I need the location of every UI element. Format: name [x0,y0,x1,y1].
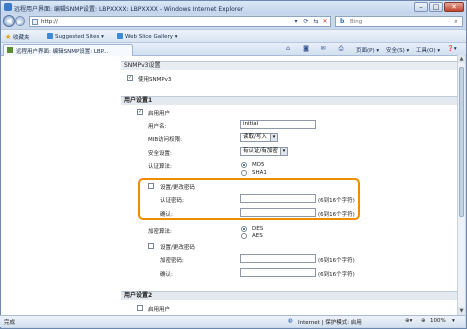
encrypt-algorithm-label: 加密算法: [148,229,172,235]
auth-confirm-hint: (6到16个字符) [318,212,355,218]
set-encrypt-password-checkbox[interactable] [148,243,154,249]
minimize-button[interactable]: – [414,2,428,12]
encrypt-confirm-label: 确认: [160,272,173,278]
snmpv3-section-header: SNMPv3设置 [121,61,457,70]
back-arrow-icon: ◀ [6,17,12,25]
set-auth-password-checkbox[interactable] [148,183,154,189]
tab-page-icon [7,47,13,53]
browser-window: 远程用户界面: 编辑SNMP设置: LBPXXXX: LBPXXXX - Win… [0,0,467,329]
search-icon[interactable]: ⌕ [452,18,460,26]
set-encrypt-password-label: 设置/更改密码 [160,245,195,251]
mib-access-select[interactable]: 读取/写入 ▾ [240,133,278,142]
dropdown-icon[interactable]: ▾ [292,18,300,26]
username-input[interactable]: initial [240,120,316,129]
zone-text[interactable]: Internet | 保护模式: 启用 [298,318,362,326]
vertical-scrollbar[interactable]: ▲ ▼ [457,55,465,315]
encrypt-password-input[interactable] [240,254,316,263]
mib-access-label: MIB访问权限: [148,137,182,143]
suggested-sites-icon [47,33,53,39]
address-bar: ◀ ▶ http:// ▾ ⟳ ⇆ ✕ b Bing ⌕ [1,14,466,29]
bing-icon: b [340,18,345,25]
refresh-icon[interactable]: ⟳ [302,18,310,26]
aes-radio[interactable] [241,233,247,239]
title-bar: 远程用户界面: 编辑SNMP设置: LBPXXXX: LBPXXXX - Win… [1,1,466,14]
auth-confirm-input[interactable] [240,208,316,217]
enable-user1-checkbox[interactable]: ✓ [137,109,143,115]
security-icon[interactable]: ⊕▾ [405,318,412,324]
md5-label: MD5 [252,162,265,168]
scroll-thumb[interactable] [459,67,464,217]
home-icon[interactable]: ⌂ [284,45,292,53]
aes-label: AES [252,233,263,239]
auth-password-hint: (6到16个字符) [318,198,355,204]
scroll-up-icon[interactable]: ▲ [458,55,465,63]
scroll-down-icon[interactable]: ▼ [458,307,465,315]
tools-menu[interactable]: 工具(O) ▾ [416,46,440,54]
security-select[interactable]: 有认证/有加密 ▾ [240,147,288,156]
page-menu[interactable]: 页面(P) ▾ [356,46,379,54]
print-icon[interactable]: ⎙ [337,45,345,53]
enable-user1-label: 启用用户 [148,111,171,117]
forward-button[interactable]: ▶ [15,16,25,26]
sha1-radio[interactable] [241,170,247,176]
zoom-icon: ⊕ [421,318,426,324]
auth-confirm-label: 确认: [160,212,173,218]
url-field[interactable]: http:// ▾ ⟳ ⇆ ✕ [29,16,331,27]
encrypt-confirm-input[interactable] [240,268,316,277]
user1-section-header: 用户设置1 [121,96,457,105]
status-text: 完成 [4,320,16,326]
window-title: 远程用户界面: 编辑SNMP设置: LBPXXXX: LBPXXXX - Win… [14,6,244,13]
encrypt-confirm-hint: (6到16个字符) [318,272,355,278]
feeds-icon[interactable]: ◙ [302,45,310,53]
help-menu[interactable]: ❓▾ [447,46,457,52]
active-tab[interactable]: 远程用户界面: 编辑SNMP设置: LBP... [3,44,133,56]
page-icon [32,19,38,25]
close-button[interactable]: ✕ [444,2,464,12]
sha1-label: SHA1 [252,170,267,176]
favorites-bar: ★ 收藏夹 Suggested Sites ▾ Web Slice Galler… [1,29,466,42]
favorites-button[interactable]: ★ 收藏夹 [5,33,30,41]
maximize-button[interactable]: □ [429,2,443,12]
enable-user2-checkbox[interactable] [137,305,143,311]
zoom-dropdown-icon[interactable]: ▾ [452,318,455,324]
mail-icon[interactable]: ✉ [319,45,327,53]
back-button[interactable]: ◀ [3,15,15,27]
forward-arrow-icon: ▶ [17,18,23,26]
web-slice-gallery-link[interactable]: Web Slice Gallery ▾ [117,33,178,40]
status-bar: 完成 ◍ Internet | 保护模式: 启用 ⊕▾ ⊕ 100% ▾ [0,315,465,327]
md5-radio[interactable] [241,162,247,168]
globe-icon: ◍ [288,318,293,324]
auth-password-label: 认证密码: [160,198,184,204]
set-auth-password-label: 设置/更改密码 [160,185,195,191]
encrypt-password-hint: (6到16个字符) [318,258,355,264]
des-radio[interactable] [241,226,247,232]
url-text: http:// [41,19,58,25]
auth-algorithm-label: 认证算法: [148,164,172,170]
auth-password-input[interactable] [240,194,316,203]
enable-user2-label: 启用用户 [148,307,171,313]
des-label: DES [252,226,264,232]
web-slice-icon [117,33,123,39]
safety-menu[interactable]: 安全(S) ▾ [386,46,409,54]
use-snmpv3-checkbox[interactable]: ✓ [127,75,133,81]
security-label: 安全设置: [148,151,172,157]
stop-icon[interactable]: ✕ [321,18,329,26]
window-controls: – □ ✕ [414,2,464,12]
tab-command-bar: 远程用户界面: 编辑SNMP设置: LBP... ⌂ ◙ ✉ ⎙ 页面(P) ▾… [1,42,466,56]
compat-icon[interactable]: ⇆ [312,18,320,26]
chevron-down-icon: ▾ [280,148,287,155]
use-snmpv3-label: 使用SNMPv3 [138,77,172,83]
chevron-down-icon: ▾ [270,134,277,141]
search-placeholder: Bing [350,19,363,25]
ie-icon [4,3,12,11]
encrypt-password-label: 加密密码: [160,258,184,264]
search-field[interactable]: b Bing ⌕ [335,16,463,27]
zoom-level[interactable]: 100% [430,318,446,324]
suggested-sites-link[interactable]: Suggested Sites ▾ [47,33,104,40]
user2-section-header: 用户设置2 [121,291,457,300]
star-icon: ★ [5,33,12,41]
left-navigation-area [1,56,119,316]
username-label: 用户名: [148,124,167,130]
tab-label: 远程用户界面: 编辑SNMP设置: LBP... [16,49,109,55]
